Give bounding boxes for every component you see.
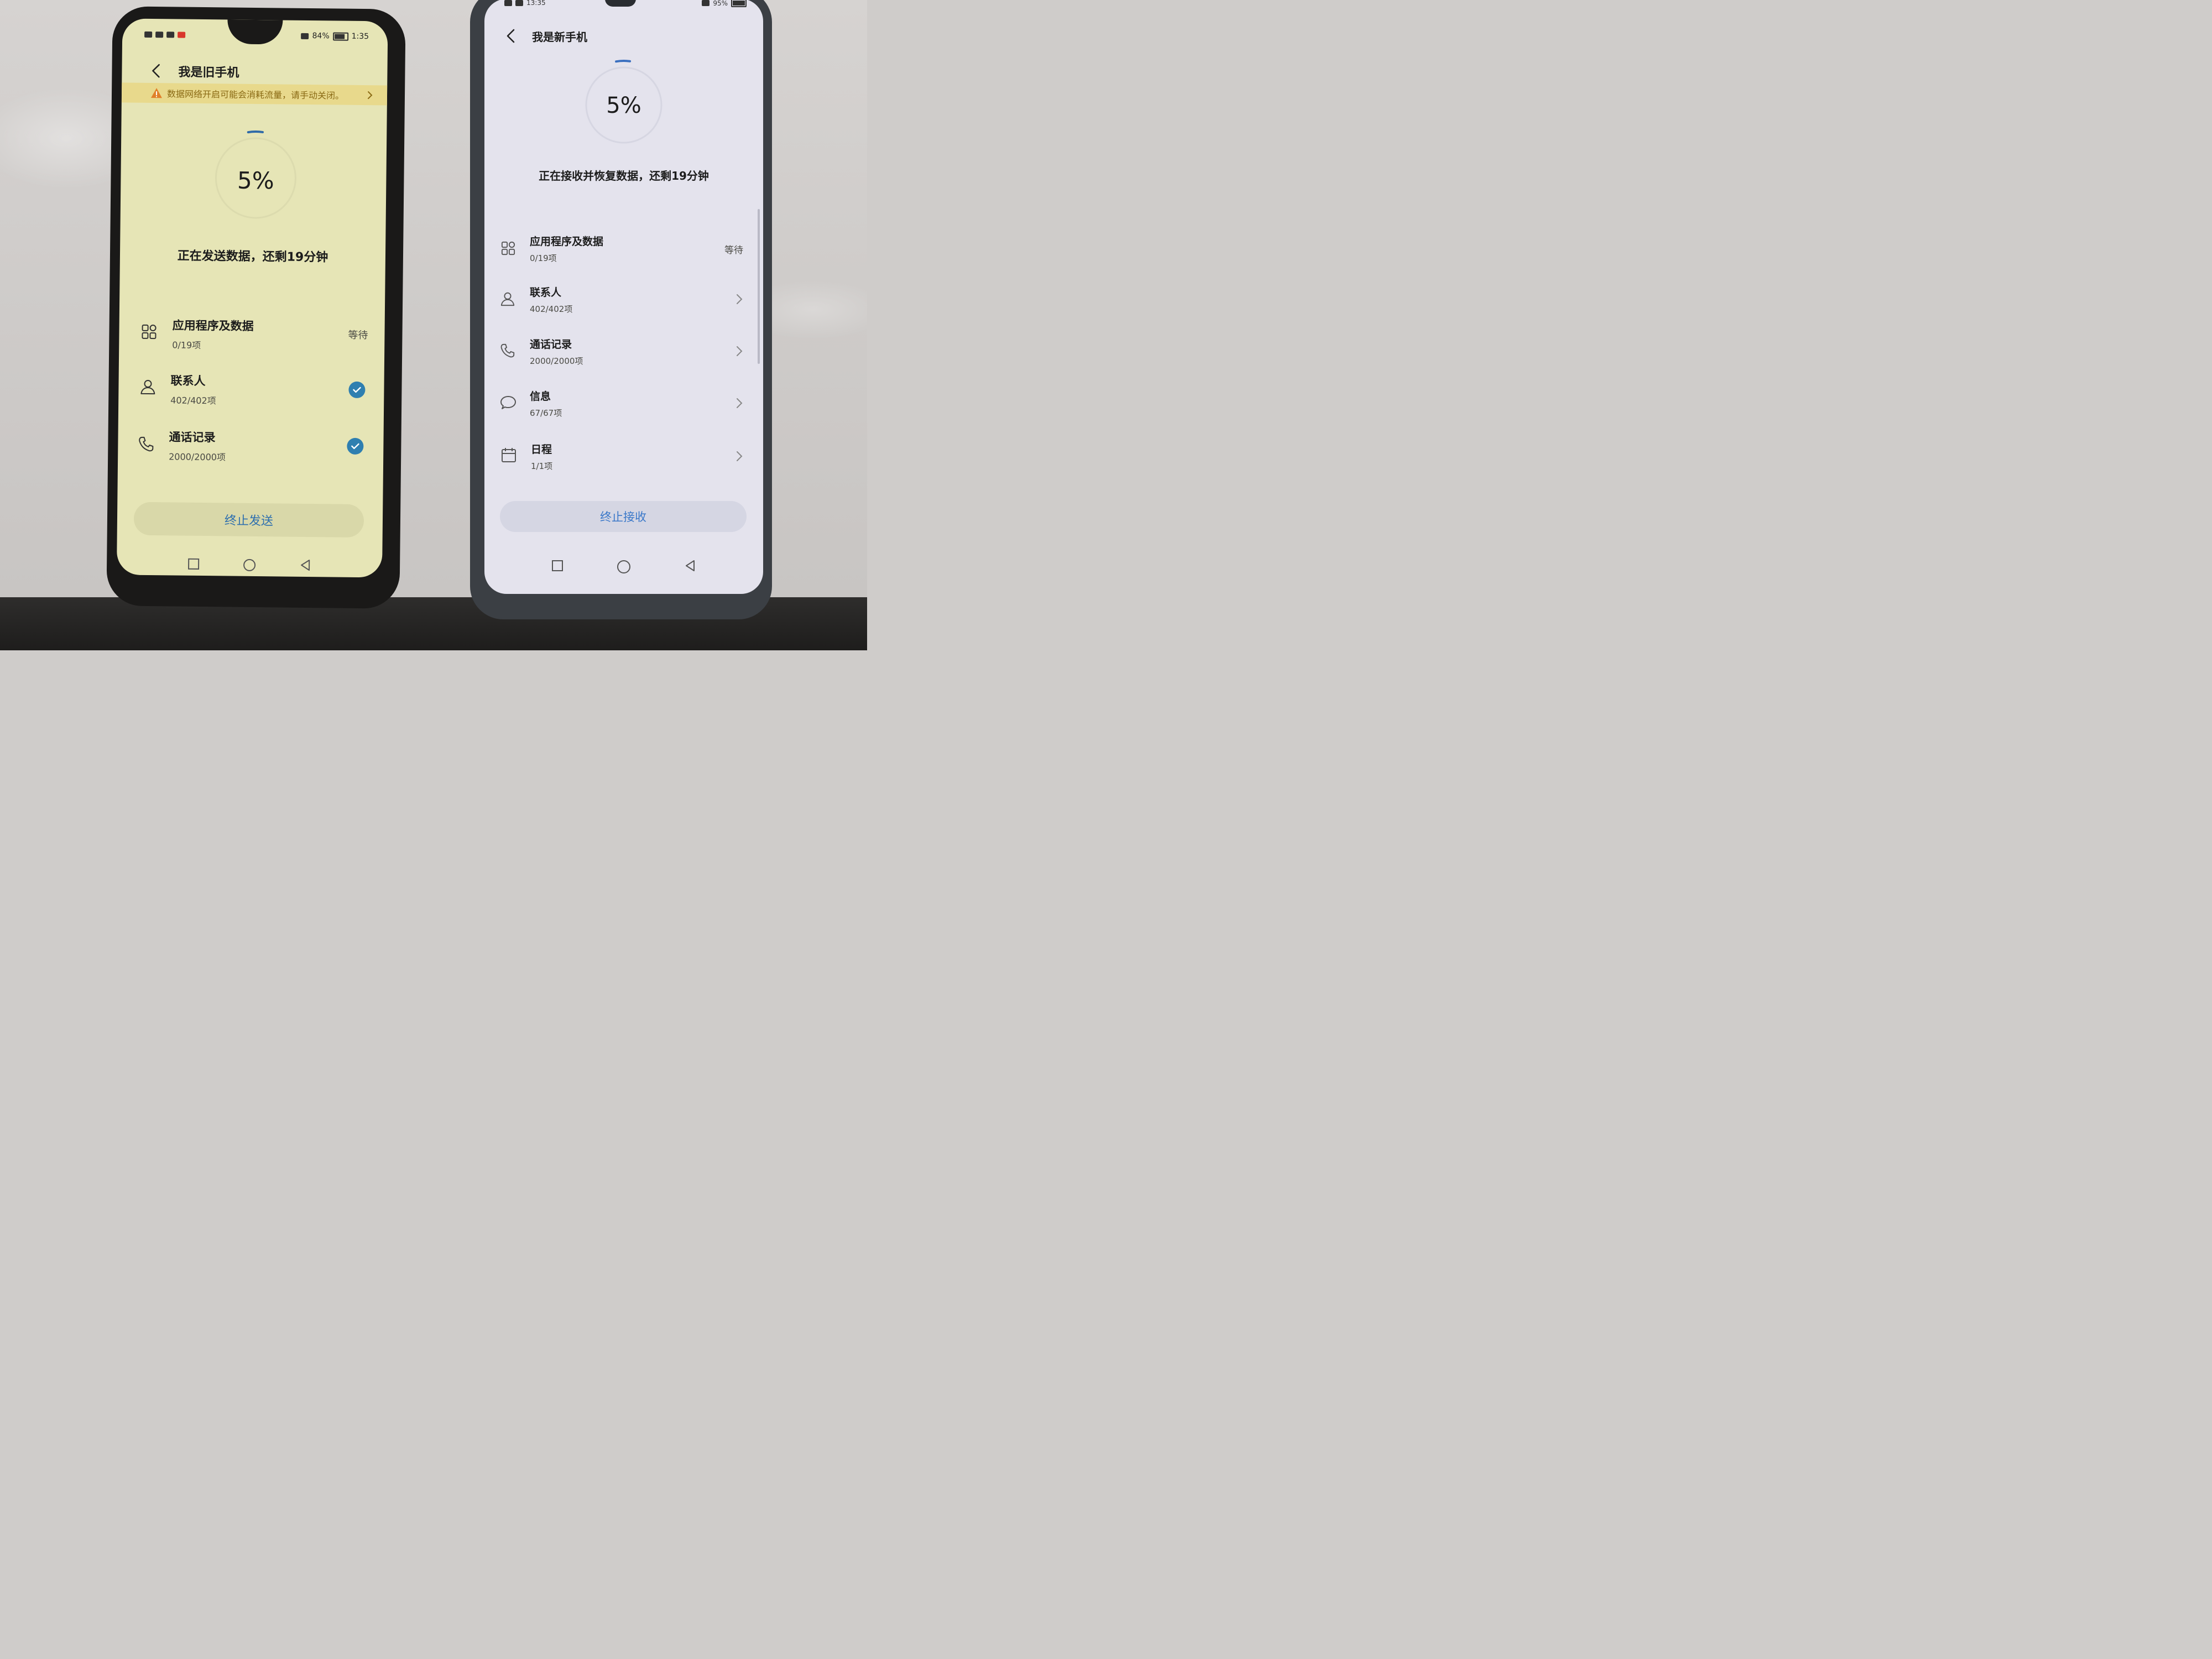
item-status: 等待: [724, 245, 743, 256]
phone-call-icon: [500, 343, 515, 358]
old-phone-screen: 84% 1:35 我是旧手机 数据网络开启可能会消耗流量，请手动关闭。 5% 正…: [116, 18, 388, 578]
new-status-bar: 13:35 95%: [504, 0, 747, 7]
battery-icon: [332, 32, 348, 41]
back-triangle-icon[interactable]: [684, 560, 696, 572]
new-phone: 13:35 95% 我是新手机 5% 正在接收并恢复数据，还剩19分钟 应用程序…: [470, 0, 772, 619]
back-triangle-icon[interactable]: [299, 559, 311, 571]
page-title: 我是新手机: [532, 30, 587, 44]
chevron-right-icon: [737, 294, 743, 304]
item-title: 联系人: [530, 286, 562, 299]
list-item-calendar[interactable]: 日程 1/1项: [484, 439, 763, 481]
alarm-icon: [301, 33, 309, 39]
list-item-contacts[interactable]: 联系人 402/402项: [484, 282, 763, 324]
item-count: 2000/2000项: [169, 451, 226, 463]
progress-percent: 5%: [606, 93, 641, 118]
list-item-apps[interactable]: 应用程序及数据 0/19项 等待: [484, 231, 763, 273]
chevron-right-icon: [737, 398, 743, 408]
progress-ring: 5%: [578, 54, 669, 150]
chevron-right-icon: [367, 91, 373, 100]
list-item-messages[interactable]: 信息 67/67项: [484, 386, 763, 428]
item-title: 通话记录: [530, 338, 572, 351]
item-count: 402/402项: [170, 395, 216, 406]
item-title: 信息: [530, 390, 551, 403]
hotspot-icon: [166, 31, 175, 38]
message-bubble-icon: [500, 396, 516, 409]
scrollbar[interactable]: [758, 209, 760, 364]
progress-percent: 5%: [237, 166, 274, 195]
new-time-text: 13:35: [526, 0, 546, 7]
back-arrow-icon[interactable]: [148, 62, 165, 79]
item-count: 402/402项: [530, 304, 573, 314]
recent-apps-icon[interactable]: [187, 558, 200, 570]
home-icon[interactable]: [243, 559, 256, 572]
page-title: 我是旧手机: [178, 65, 239, 80]
old-phone: 84% 1:35 我是旧手机 数据网络开启可能会消耗流量，请手动关闭。 5% 正…: [106, 6, 406, 609]
home-icon[interactable]: [617, 560, 631, 574]
completed-check-icon: [348, 381, 366, 399]
chevron-right-icon: [737, 346, 743, 356]
calendar-icon: [502, 448, 516, 462]
gallery-icon: [515, 0, 523, 6]
warning-triangle-icon: [150, 88, 162, 98]
item-count: 0/19项: [530, 253, 557, 263]
new-header: 我是新手机: [503, 28, 587, 44]
data-warning-banner[interactable]: 数据网络开启可能会消耗流量，请手动关闭。: [121, 82, 388, 106]
item-count: 0/19项: [172, 340, 201, 351]
battery-icon: [731, 0, 747, 7]
apps-grid-icon: [501, 241, 515, 255]
signal-icon: [155, 31, 164, 38]
old-battery-text: 84%: [312, 32, 330, 41]
hd-icon: [144, 31, 153, 38]
transfer-status-text: 正在发送数据，还剩19分钟: [177, 249, 328, 265]
list-item-call-log[interactable]: 通话记录 2000/2000项: [484, 334, 763, 376]
recent-apps-icon[interactable]: [551, 560, 564, 572]
item-title: 联系人: [170, 374, 206, 388]
list-item-contacts[interactable]: 联系人 402/402项: [118, 367, 384, 414]
transfer-status-text: 正在接收并恢复数据，还剩19分钟: [539, 169, 709, 182]
old-nav-bar: [117, 557, 382, 573]
notification-icon: [178, 31, 186, 38]
new-nav-bar: [484, 560, 763, 574]
item-count: 67/67项: [530, 408, 562, 418]
phone-call-icon: [139, 436, 154, 452]
new-battery-text: 95%: [713, 0, 728, 7]
list-item-call-log[interactable]: 通话记录 2000/2000项: [118, 423, 384, 470]
old-header: 我是旧手机: [148, 62, 239, 81]
warning-text: 数据网络开启可能会消耗流量，请手动关闭。: [166, 88, 345, 101]
old-time-text: 1:35: [351, 32, 369, 41]
chevron-right-icon: [737, 451, 743, 461]
progress-ring: 5%: [208, 124, 304, 226]
new-phone-screen: 13:35 95% 我是新手机 5% 正在接收并恢复数据，还剩19分钟 应用程序…: [484, 0, 763, 594]
completed-check-icon: [347, 437, 364, 455]
item-status: 等待: [348, 329, 368, 342]
list-item-apps[interactable]: 应用程序及数据 0/19项 等待: [119, 311, 385, 358]
stop-sending-button[interactable]: 终止发送: [133, 502, 364, 538]
wifi-icon: [702, 0, 710, 6]
back-arrow-icon[interactable]: [503, 28, 520, 44]
apps-grid-icon: [142, 324, 156, 340]
contact-person-icon: [140, 379, 155, 395]
item-title: 应用程序及数据: [172, 319, 254, 333]
item-title: 日程: [531, 444, 552, 456]
old-status-bar: 84% 1:35: [144, 29, 369, 42]
item-title: 通话记录: [169, 430, 216, 445]
item-title: 应用程序及数据: [530, 236, 604, 248]
signal-icon: [504, 0, 512, 6]
item-count: 1/1项: [531, 461, 553, 471]
contact-person-icon: [500, 292, 515, 306]
item-count: 2000/2000项: [530, 356, 583, 366]
stop-receiving-button[interactable]: 终止接收: [500, 501, 747, 532]
